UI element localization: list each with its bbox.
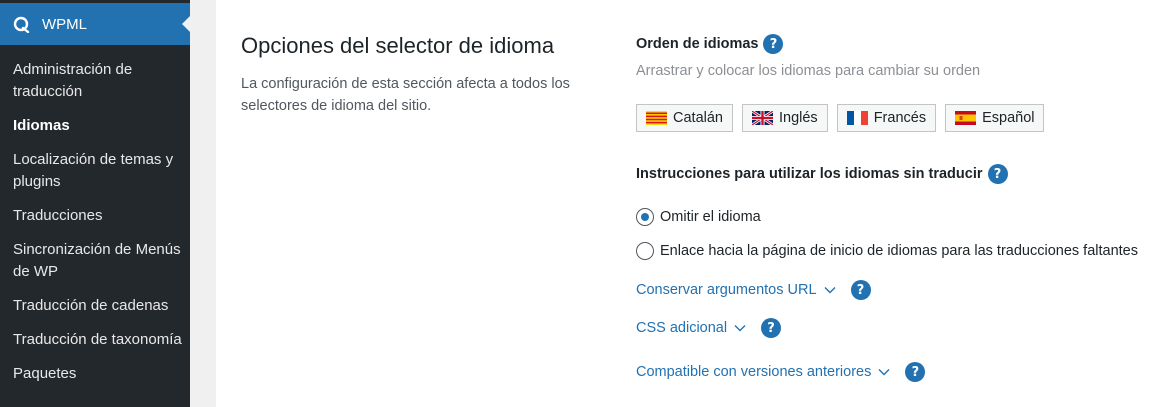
sidebar-item-packages[interactable]: Paquetes [13, 363, 185, 385]
wpml-logo-icon [13, 15, 31, 33]
language-label: Español [982, 110, 1035, 126]
chevron-down-icon [877, 365, 891, 379]
toggle-label: CSS adicional [636, 320, 728, 336]
settings-panel: Opciones del selector de idioma La confi… [216, 0, 1168, 407]
help-icon[interactable]: ? [763, 34, 784, 54]
language-order-hint: Arrastrar y colocar los idiomas para cam… [636, 63, 981, 79]
wpml-menu-label: WPML [42, 15, 87, 33]
sidebar-item-languages[interactable]: Idiomas [13, 115, 185, 137]
help-icon[interactable]: ? [850, 280, 871, 300]
radio-link-home[interactable]: Enlace hacia la página de inicio de idio… [636, 242, 1138, 260]
language-item-english[interactable]: Inglés [741, 104, 828, 132]
france-flag-icon [846, 111, 868, 125]
language-item-catalan[interactable]: Catalán [636, 104, 733, 132]
help-icon[interactable]: ? [905, 362, 926, 382]
untranslated-heading-label: Instrucciones para utilizar los idiomas … [636, 166, 983, 182]
uk-flag-icon [751, 111, 773, 125]
sidebar-item-taxonomy-translation[interactable]: Traducción de taxonomía [13, 329, 185, 351]
language-order-label: Orden de idiomas [636, 36, 759, 52]
sidebar-item-string-translation[interactable]: Traducción de cadenas [13, 295, 185, 317]
untranslated-heading: Instrucciones para utilizar los idiomas … [636, 164, 1008, 184]
language-label: Catalán [673, 110, 723, 126]
catalan-flag-icon [646, 111, 667, 125]
language-label: Inglés [778, 110, 818, 126]
section-description: La configuración de esta sección afecta … [241, 76, 570, 114]
language-label: Francés [873, 110, 927, 126]
toggle-label: Conservar argumentos URL [636, 282, 817, 298]
sidebar-item-wp-menus-sync[interactable]: Sincronización de Menús de WP [13, 239, 185, 283]
wpml-menu-header[interactable]: WPML [0, 3, 190, 45]
language-order-heading: Orden de idiomas ? [636, 34, 784, 54]
radio-label: Enlace hacia la página de inicio de idio… [660, 243, 1138, 259]
wpml-submenu: Administración de traducción Idiomas Loc… [13, 59, 185, 397]
radio-button[interactable] [636, 242, 654, 260]
section-title: Opciones del selector de idioma [241, 33, 555, 58]
chevron-down-icon [733, 321, 747, 335]
help-icon[interactable]: ? [987, 164, 1008, 184]
sidebar-item-translation-management[interactable]: Administración de traducción [13, 59, 185, 103]
language-item-spanish[interactable]: Español [945, 104, 1045, 132]
radio-button-checked[interactable] [636, 208, 654, 226]
toggle-additional-css[interactable]: CSS adicional ? [636, 318, 782, 338]
radio-skip-language[interactable]: Omitir el idioma [636, 208, 761, 226]
language-order-list: Catalán Inglés Francés Español [636, 104, 1053, 132]
radio-label: Omitir el idioma [660, 209, 761, 225]
chevron-down-icon [823, 283, 837, 297]
toggle-backward-compatible[interactable]: Compatible con versiones anteriores ? [636, 362, 926, 382]
sidebar-item-theme-plugin-localization[interactable]: Localización de temas y plugins [13, 149, 185, 193]
toggle-preserve-url-args[interactable]: Conservar argumentos URL ? [636, 280, 871, 300]
spain-flag-icon [955, 111, 977, 125]
sidebar-item-translations[interactable]: Traducciones [13, 205, 185, 227]
toggle-label: Compatible con versiones anteriores [636, 364, 872, 380]
admin-sidebar: WPML Administración de traducción Idioma… [0, 0, 190, 407]
language-switcher-options: Orden de idiomas ? Arrastrar y colocar l… [636, 0, 1168, 407]
help-icon[interactable]: ? [761, 318, 782, 338]
language-item-french[interactable]: Francés [836, 104, 937, 132]
